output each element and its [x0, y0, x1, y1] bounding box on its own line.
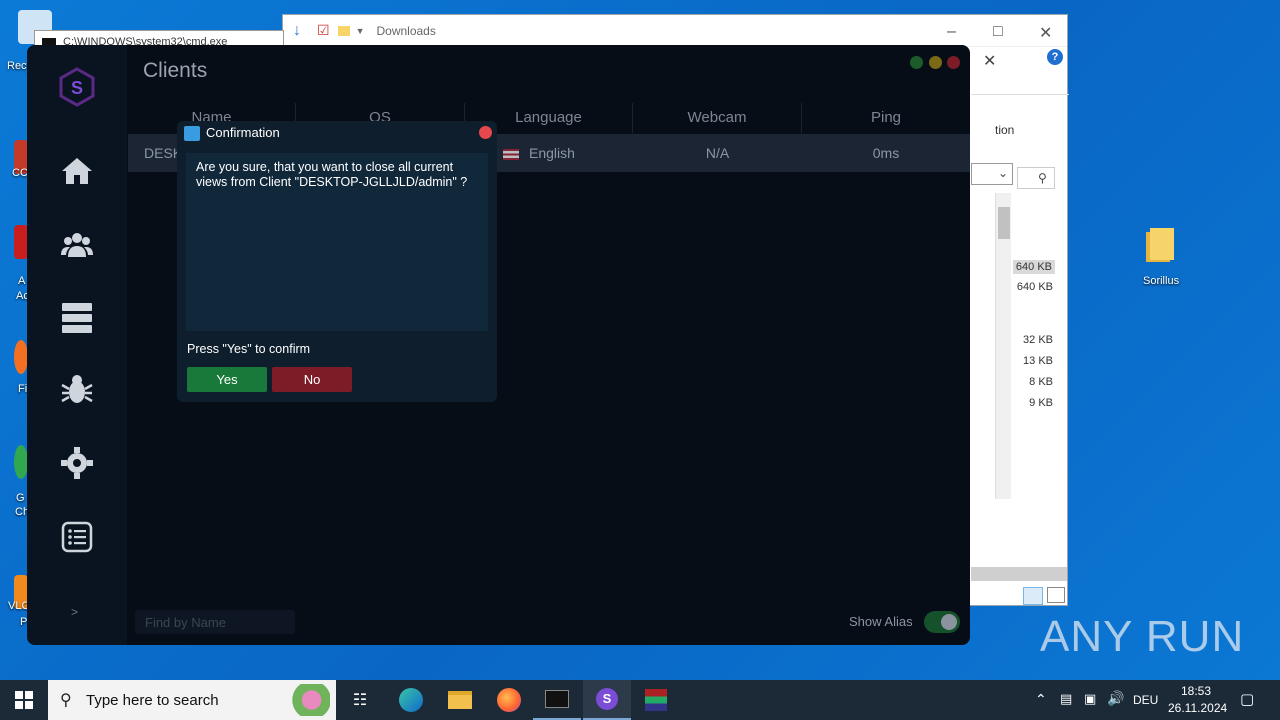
list-icon[interactable]	[60, 520, 94, 554]
sidebar: S >	[27, 45, 127, 645]
minimize-icon[interactable]: –	[947, 23, 956, 41]
network-icon[interactable]: ▣	[1084, 691, 1096, 707]
properties-icon[interactable]: ☑	[317, 22, 330, 39]
toggle-knob	[941, 614, 957, 630]
task-view-icon[interactable]: ☷	[336, 680, 384, 720]
firefox-icon[interactable]	[485, 680, 533, 720]
svg-text:S: S	[71, 78, 83, 98]
file-size: 32 KB	[1023, 334, 1053, 346]
dialog-title: Confirmation	[206, 125, 280, 140]
down-arrow-icon[interactable]: ↓	[293, 22, 301, 40]
anyrun-watermark: ANY RUN	[1040, 612, 1245, 661]
file-size: 640 KB	[1012, 260, 1055, 274]
page-title: Clients	[143, 59, 208, 82]
dialog-close-button[interactable]	[479, 126, 492, 139]
cmd-taskbar-icon[interactable]	[533, 680, 581, 720]
input-language[interactable]: DEU	[1133, 693, 1158, 707]
new-folder-icon[interactable]	[337, 25, 350, 36]
taskbar-search-box[interactable]: ⚲ Type here to search	[48, 680, 336, 720]
home-icon[interactable]	[60, 154, 94, 188]
meet-now-icon[interactable]: ▤	[1060, 691, 1072, 707]
folder-icon[interactable]	[1146, 228, 1174, 264]
search-box[interactable]: ⚲	[1017, 167, 1055, 189]
dialog-message: Are you sure, that you want to close all…	[186, 153, 488, 331]
file-size: 8 KB	[1029, 376, 1053, 388]
firefox-icon[interactable]	[14, 340, 28, 374]
clients-icon[interactable]	[60, 227, 94, 261]
column-header-ping[interactable]: Ping	[802, 103, 970, 133]
desktop-icon-label: G	[16, 492, 25, 504]
app-logo: S	[57, 67, 97, 107]
file-list-scrollbar[interactable]	[995, 193, 1011, 499]
file-size: 13 KB	[1023, 355, 1053, 367]
maximize-dot-button[interactable]	[929, 56, 942, 69]
no-button[interactable]: No	[272, 367, 352, 392]
search-icon: ⚲	[60, 692, 72, 709]
minimize-dot-button[interactable]	[910, 56, 923, 69]
windows-icon	[15, 691, 33, 709]
edge-icon[interactable]	[387, 680, 435, 720]
start-button[interactable]	[0, 680, 48, 720]
close-icon[interactable]: ✕	[1039, 23, 1052, 43]
search-highlight-icon	[284, 684, 330, 716]
desktop-icon-label: Fi	[18, 383, 28, 395]
desktop-icon-label: A	[18, 275, 26, 287]
help-icon[interactable]: ?	[1047, 49, 1063, 65]
chrome-icon[interactable]	[14, 445, 28, 479]
maximize-icon[interactable]: □	[993, 23, 1003, 41]
folder-label[interactable]: Sorillus	[1143, 275, 1179, 287]
scrollbar-thumb[interactable]	[998, 207, 1010, 239]
search-icon: ⚲	[1038, 171, 1047, 185]
notifications-icon[interactable]: ▢	[1240, 690, 1254, 708]
details-view-icon[interactable]	[1023, 587, 1043, 605]
chevron-down-icon: ⌄	[997, 166, 1008, 180]
sidebar-collapse-button[interactable]: >	[71, 605, 78, 619]
volume-icon[interactable]: 🔊	[1107, 690, 1124, 707]
yes-button[interactable]: Yes	[187, 367, 267, 392]
close-dot-button[interactable]	[947, 56, 960, 69]
confirmation-dialog[interactable]: Confirmation Are you sure, that you want…	[177, 121, 497, 402]
sorillus-taskbar-icon[interactable]: S	[583, 680, 631, 720]
bug-icon[interactable]	[60, 373, 94, 407]
ribbon-area: tion	[971, 94, 1069, 154]
clock-date[interactable]: 26.11.2024	[1168, 701, 1227, 715]
file-explorer-icon[interactable]	[436, 680, 484, 720]
winrar-icon[interactable]	[632, 680, 680, 720]
taskbar-search-placeholder: Type here to search	[86, 691, 219, 709]
sorillus-app-window[interactable]: S > Clients Name OS Language Webcam Ping…	[27, 45, 970, 645]
find-by-name-input[interactable]: Find by Name	[135, 610, 295, 634]
ribbon-partial-text: tion	[995, 123, 1015, 137]
cell-ping: 0ms	[872, 145, 900, 161]
quick-access-chevron-icon[interactable]: ▼	[356, 26, 365, 36]
dialog-hint: Press "Yes" to confirm	[187, 342, 311, 356]
clock-time[interactable]: 18:53	[1181, 684, 1211, 698]
address-dropdown[interactable]: ⌄	[971, 163, 1013, 185]
show-alias-toggle[interactable]	[924, 611, 960, 633]
explorer-title: Downloads	[376, 23, 436, 38]
file-size: 640 KB	[1016, 281, 1053, 293]
cell-language-text: English	[529, 145, 575, 161]
tray-chevron-icon[interactable]: ⌃	[1035, 691, 1047, 708]
info-icon	[184, 126, 200, 141]
file-size: 9 KB	[1029, 397, 1053, 409]
taskbar: ⚲ Type here to search ☷ S ⌃ ▤ ▣ 🔊 DEU 18…	[0, 680, 1280, 720]
cell-webcam: N/A	[705, 145, 730, 161]
tiles-view-icon[interactable]	[1047, 587, 1065, 603]
acrobat-icon[interactable]	[14, 225, 28, 259]
us-flag-icon	[503, 148, 519, 160]
desktop-icon-label: CC	[12, 167, 28, 179]
column-header-webcam[interactable]: Webcam	[633, 103, 802, 133]
horizontal-scrollbar[interactable]	[971, 567, 1067, 581]
settings-gear-icon[interactable]	[60, 446, 94, 480]
inner-close-icon[interactable]: ✕	[983, 51, 996, 71]
show-alias-label: Show Alias	[849, 614, 913, 629]
server-icon[interactable]	[60, 301, 94, 335]
